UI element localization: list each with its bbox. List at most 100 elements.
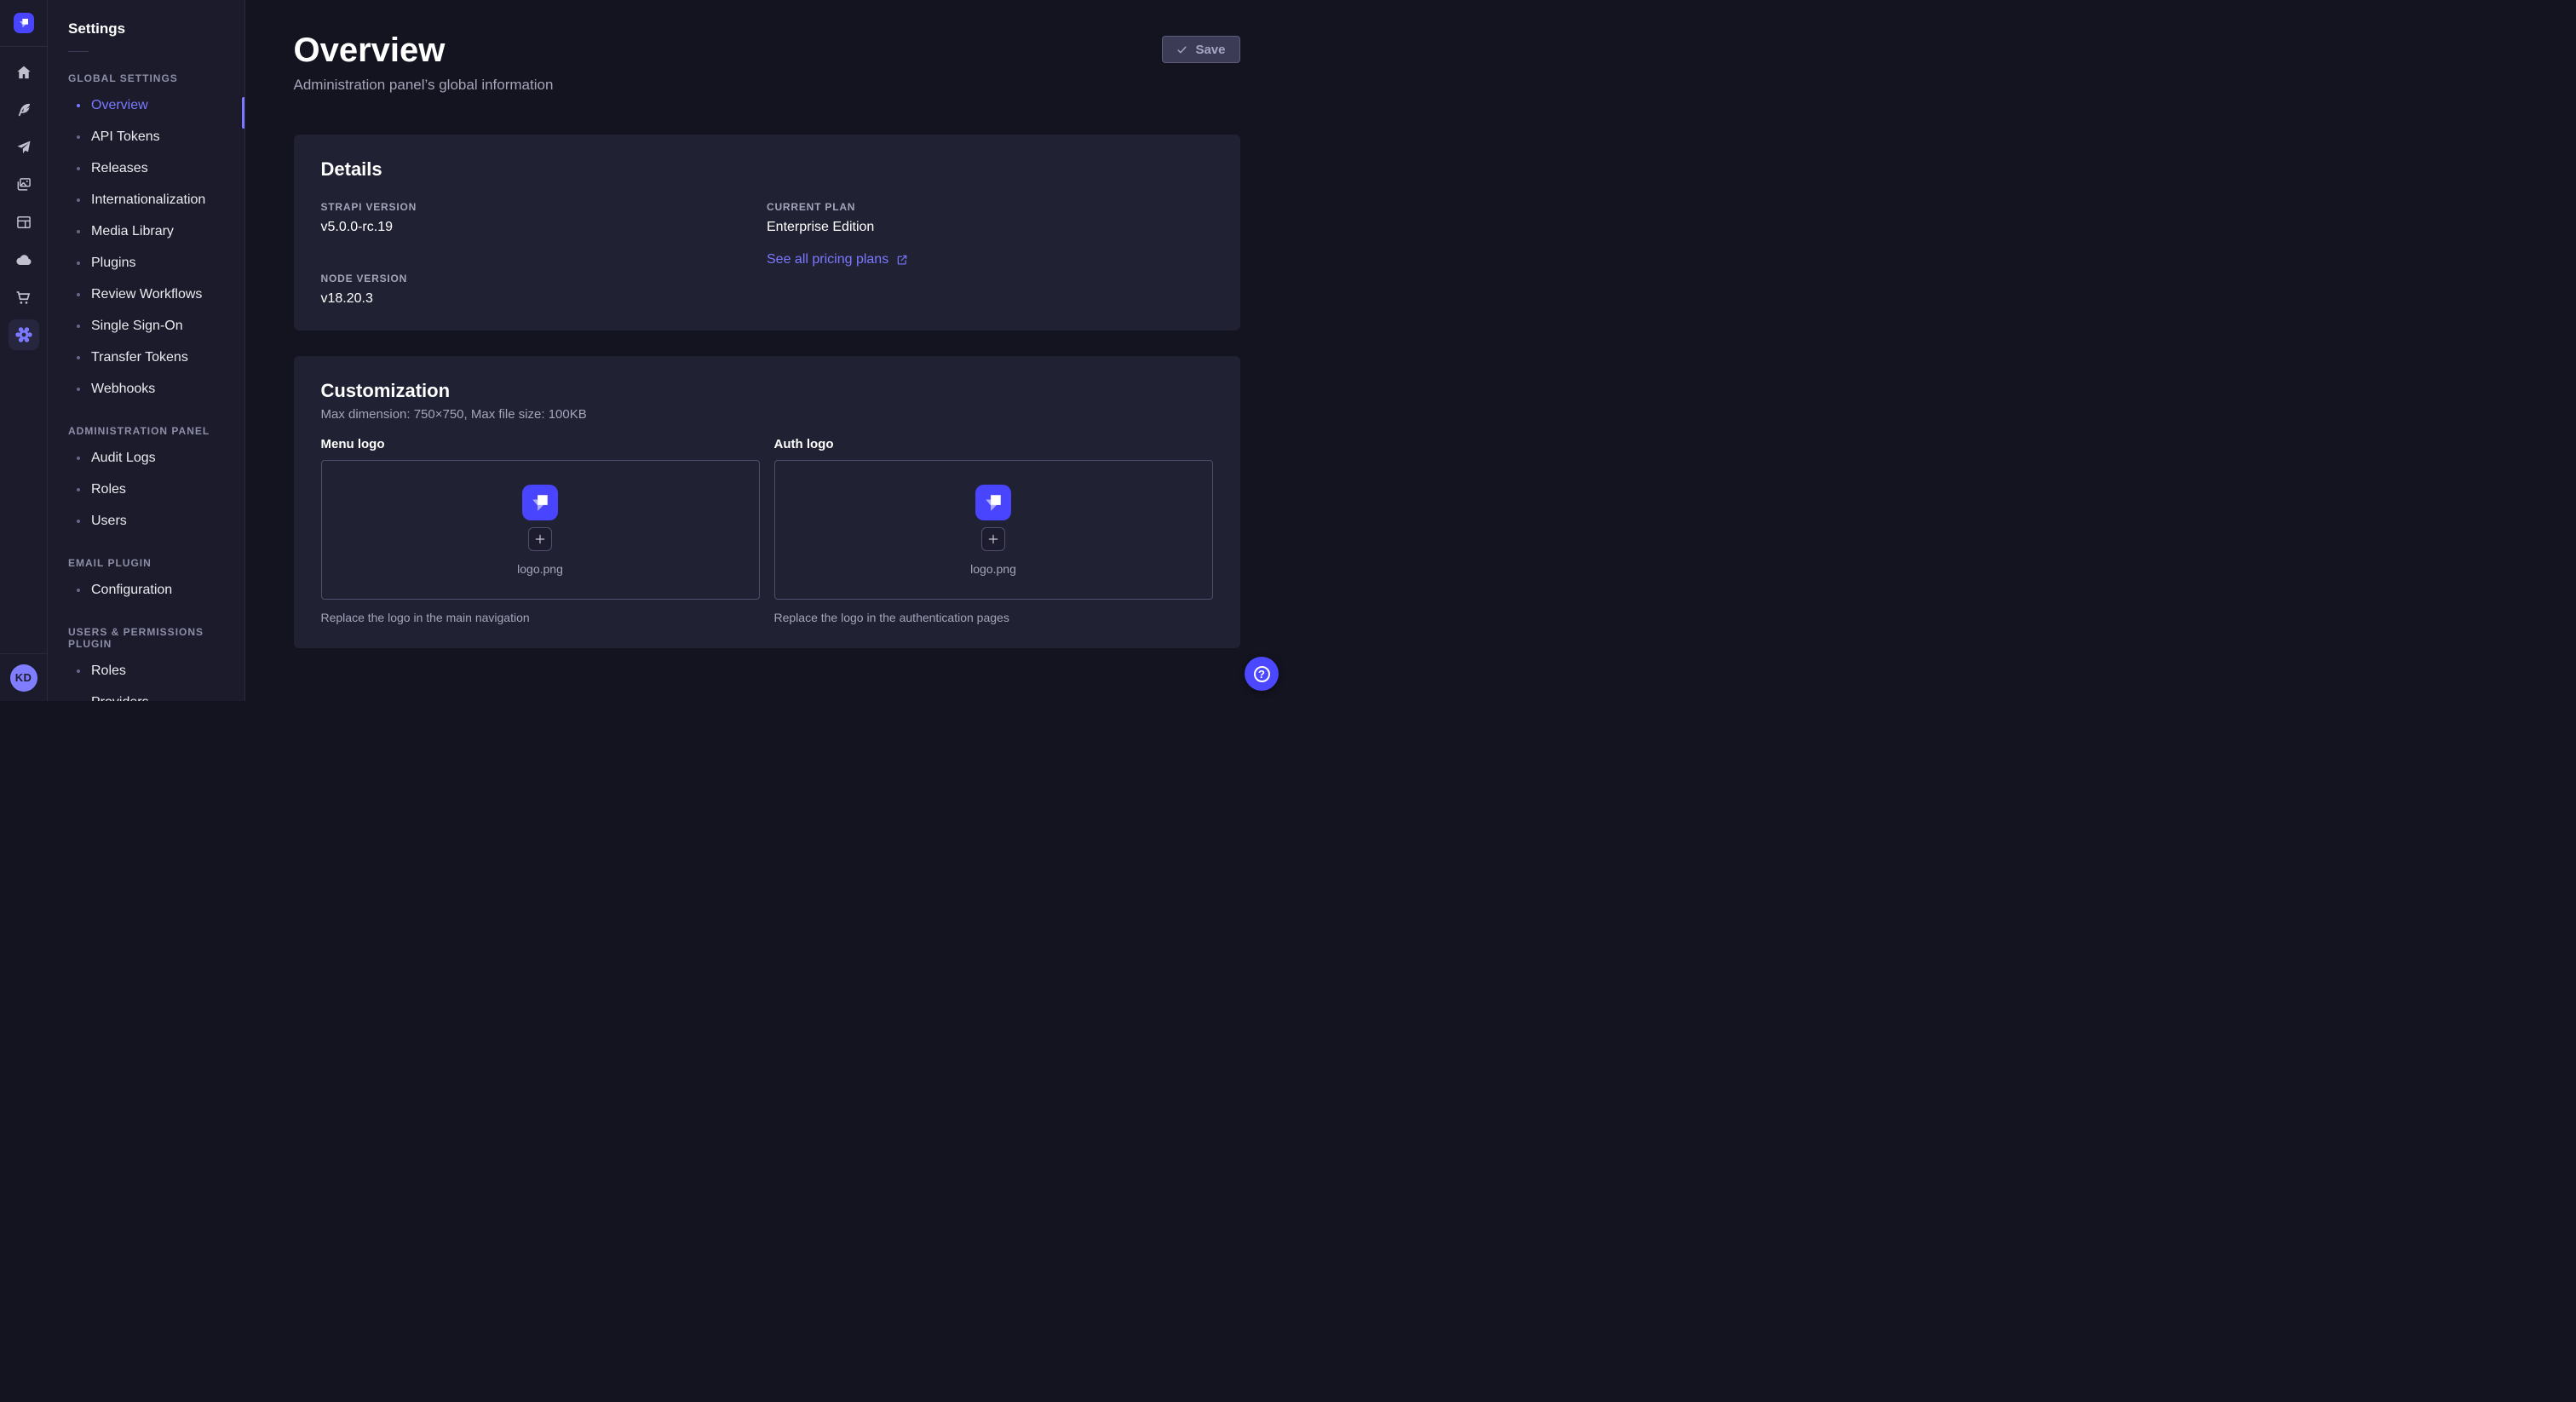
home-icon (15, 64, 32, 81)
bullet-icon (77, 457, 80, 460)
subnav-divider (68, 51, 89, 52)
subnav-item-admin-roles: Roles (48, 474, 244, 505)
bullet-icon (77, 261, 80, 265)
subnav-item-up-roles: Roles (48, 655, 244, 687)
current-plan-field: CURRENT PLAN Enterprise Edition (767, 201, 1213, 235)
subnav-item-email-configuration: Configuration (48, 574, 244, 606)
bullet-icon (77, 388, 80, 391)
subnav-item-transfer-tokens: Transfer Tokens (48, 342, 244, 373)
menu-logo-dropzone[interactable]: logo.png (321, 460, 760, 600)
user-avatar[interactable]: KD (10, 664, 37, 692)
bullet-icon (77, 293, 80, 296)
subnav-item-media-library: Media Library (48, 215, 244, 247)
node-version-label: NODE VERSION (321, 273, 768, 284)
subnav-item-single-sign-on: Single Sign-On (48, 310, 244, 342)
main-content: Overview Administration panel’s global i… (245, 0, 1288, 701)
customization-card: Customization Max dimension: 750×750, Ma… (294, 356, 1240, 648)
node-version-field: NODE VERSION v18.20.3 (321, 273, 768, 307)
menu-logo-add-button[interactable] (528, 527, 552, 551)
auth-logo-block: Auth logo (774, 437, 1213, 624)
strapi-mark-icon (528, 491, 552, 514)
nav-content[interactable] (9, 95, 39, 125)
bullet-icon (77, 701, 80, 702)
page-title: Overview (294, 31, 554, 70)
menu-logo-filename: logo.png (517, 562, 563, 576)
strapi-mark-icon (17, 16, 31, 30)
section-administration-panel: ADMINISTRATION PANEL Audit Logs Roles Us… (48, 425, 244, 537)
check-icon (1176, 44, 1187, 55)
strapi-logo[interactable] (14, 13, 34, 33)
details-card-title: Details (321, 158, 1213, 181)
menu-logo-hint: Replace the logo in the main navigation (321, 611, 760, 624)
subnav-item-internationalization: Internationalization (48, 184, 244, 215)
section-email-plugin: EMAIL PLUGIN Configuration (48, 557, 244, 606)
cloud-icon (14, 250, 33, 269)
nav-marketplace[interactable] (9, 282, 39, 313)
current-plan-label: CURRENT PLAN (767, 201, 1213, 213)
strapi-version-field: STRAPI VERSION v5.0.0-rc.19 (321, 201, 768, 235)
strapi-mark-icon (981, 491, 1005, 514)
customization-constraints: Max dimension: 750×750, Max file size: 1… (321, 407, 1213, 422)
section-label: GLOBAL SETTINGS (68, 72, 244, 84)
question-mark-icon: ? (1254, 666, 1270, 682)
menu-logo-block: Menu logo (321, 437, 760, 624)
bullet-icon (77, 198, 80, 202)
layout-icon (15, 214, 32, 231)
save-button[interactable]: Save (1162, 36, 1239, 63)
app-window: KD Settings GLOBAL SETTINGS Overview API… (0, 0, 1288, 701)
menu-logo-preview (522, 485, 558, 520)
rail-icon-list (0, 47, 47, 653)
details-card: Details STRAPI VERSION v5.0.0-rc.19 NODE… (294, 135, 1240, 330)
subnav-item-overview: Overview (48, 89, 244, 121)
help-button[interactable]: ? (1245, 657, 1279, 691)
auth-logo-dropzone[interactable]: logo.png (774, 460, 1213, 600)
pricing-plans-link[interactable]: See all pricing plans (767, 252, 908, 267)
nav-home[interactable] (9, 57, 39, 88)
bullet-icon (77, 589, 80, 592)
settings-subnav: Settings GLOBAL SETTINGS Overview API To… (48, 0, 245, 701)
subnav-item-audit-logs: Audit Logs (48, 442, 244, 474)
subnav-item-releases: Releases (48, 152, 244, 184)
auth-logo-label: Auth logo (774, 437, 1213, 451)
bullet-icon (77, 135, 80, 139)
bullet-icon (77, 669, 80, 673)
menu-logo-label: Menu logo (321, 437, 760, 451)
settings-gear-icon (14, 325, 34, 345)
active-item-indicator (242, 97, 244, 129)
section-users-permissions-plugin: USERS & PERMISSIONS PLUGIN Roles Provide… (48, 626, 244, 701)
bullet-icon (77, 488, 80, 491)
plus-icon (987, 533, 999, 545)
subnav-item-plugins: Plugins (48, 247, 244, 279)
auth-logo-add-button[interactable] (981, 527, 1005, 551)
paper-plane-icon (15, 139, 32, 156)
section-label: EMAIL PLUGIN (68, 557, 244, 569)
nav-releases[interactable] (9, 132, 39, 163)
section-global-settings: GLOBAL SETTINGS Overview API Tokens Rele… (48, 72, 244, 405)
main-nav-rail: KD (0, 0, 48, 701)
section-label: USERS & PERMISSIONS PLUGIN (68, 626, 244, 650)
customization-card-title: Customization (321, 380, 1213, 402)
strapi-version-value: v5.0.0-rc.19 (321, 220, 768, 235)
bullet-icon (77, 325, 80, 328)
current-plan-value: Enterprise Edition (767, 220, 1213, 235)
nav-content-type-builder[interactable] (9, 207, 39, 238)
bullet-icon (77, 167, 80, 170)
nav-settings[interactable] (9, 319, 39, 350)
auth-logo-hint: Replace the logo in the authentication p… (774, 611, 1213, 624)
subnav-title: Settings (68, 20, 244, 37)
nav-media-library[interactable] (9, 170, 39, 200)
nav-cloud[interactable] (9, 244, 39, 275)
bullet-icon (77, 520, 80, 523)
bullet-icon (77, 104, 80, 107)
auth-logo-filename: logo.png (970, 562, 1016, 576)
subnav-item-admin-users: Users (48, 505, 244, 537)
external-link-icon (896, 254, 908, 266)
cart-icon (14, 289, 32, 307)
bullet-icon (77, 230, 80, 233)
section-label: ADMINISTRATION PANEL (68, 425, 244, 437)
page-subtitle: Administration panel’s global informatio… (294, 77, 554, 94)
strapi-version-label: STRAPI VERSION (321, 201, 768, 213)
bullet-icon (77, 356, 80, 359)
subnav-item-up-providers: Providers (48, 687, 244, 701)
plus-icon (534, 533, 546, 545)
